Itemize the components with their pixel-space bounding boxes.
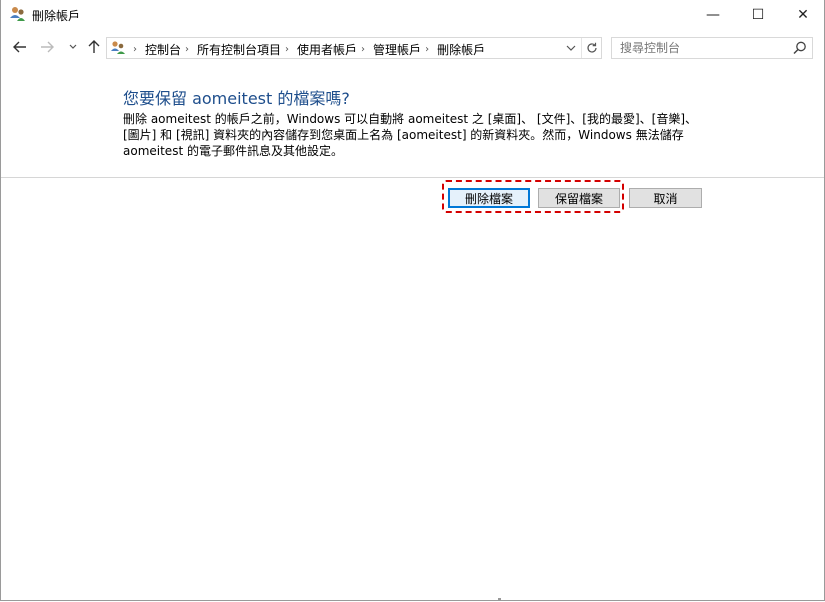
chevron-down-icon [69, 44, 77, 49]
navigation-bar: › 控制台 › 所有控制台項目 › 使用者帳戶 › 管理帳戶 › 刪除帳戶 [1, 33, 824, 61]
control-panel-icon [111, 41, 125, 54]
arrow-left-icon [13, 41, 26, 53]
close-button[interactable]: ✕ [780, 0, 825, 30]
chevron-right-icon[interactable]: › [285, 44, 289, 55]
search-icon[interactable] [792, 40, 808, 56]
chevron-down-icon [566, 45, 576, 51]
breadcrumb-item[interactable]: 控制台 [145, 41, 181, 58]
address-history-button[interactable] [561, 38, 581, 58]
chevron-right-icon[interactable]: › [185, 44, 189, 55]
address-bar[interactable]: › 控制台 › 所有控制台項目 › 使用者帳戶 › 管理帳戶 › 刪除帳戶 [106, 37, 602, 59]
breadcrumb-item[interactable]: 所有控制台項目 [197, 41, 281, 58]
refresh-button[interactable] [581, 38, 602, 58]
description-text: 刪除 aomeitest 的帳戶之前，Windows 可以自動將 aomeite… [123, 112, 698, 158]
cancel-button[interactable]: 取消 [629, 188, 702, 208]
forward-button[interactable] [37, 37, 57, 57]
back-button[interactable] [10, 37, 30, 57]
refresh-icon [587, 42, 597, 53]
title-bar: 刪除帳戶 — ☐ ✕ [1, 0, 824, 30]
chevron-right-icon[interactable]: › [361, 44, 365, 55]
arrow-up-icon [88, 40, 100, 53]
window: 刪除帳戶 — ☐ ✕ › 控制台 › 所有控制台項目 › 使用者帳戶 › 管理帳… [0, 0, 825, 601]
chevron-right-icon[interactable]: › [425, 44, 429, 55]
users-icon [10, 7, 25, 21]
breadcrumb-item[interactable]: 使用者帳戶 [297, 41, 357, 58]
window-title: 刪除帳戶 [32, 9, 81, 23]
resize-grip [498, 598, 501, 601]
up-button[interactable] [85, 37, 103, 57]
divider [1, 177, 824, 178]
minimize-button[interactable]: — [690, 0, 736, 30]
search-box[interactable] [611, 37, 813, 59]
breadcrumb-item[interactable]: 刪除帳戶 [437, 41, 485, 58]
page-heading: 您要保留 aomeitest 的檔案嗎? [123, 89, 350, 108]
breadcrumb: › 控制台 › 所有控制台項目 › 使用者帳戶 › 管理帳戶 › 刪除帳戶 [129, 41, 485, 58]
chevron-right-icon: › [133, 44, 137, 55]
breadcrumb-item[interactable]: 管理帳戶 [373, 41, 421, 58]
recent-locations-button[interactable] [65, 37, 81, 57]
arrow-right-icon [41, 41, 54, 53]
maximize-button[interactable]: ☐ [735, 0, 781, 30]
highlight-annotation [442, 180, 624, 213]
search-input[interactable] [620, 40, 780, 56]
